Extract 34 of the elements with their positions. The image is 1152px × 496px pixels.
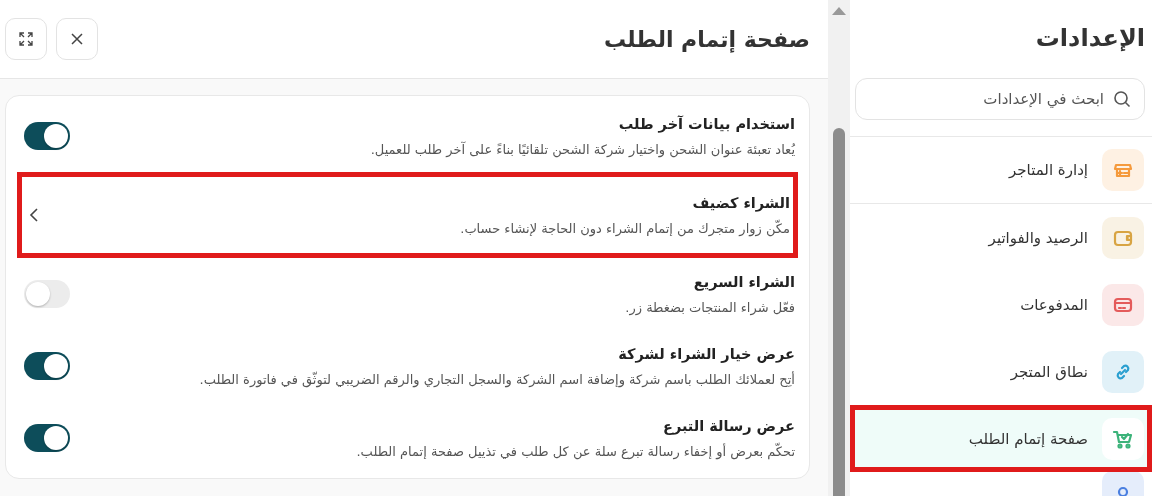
setting-title: استخدام بيانات آخر طلب: [617, 115, 795, 132]
sidebar-item-label: صفحة إتمام الطلب: [968, 429, 1088, 448]
toggle-switch[interactable]: [24, 280, 70, 308]
sidebar-item[interactable]: المدفوعات: [850, 271, 1152, 338]
toggle-switch[interactable]: [24, 122, 70, 150]
setting-title: الشراء كضيف: [691, 194, 790, 211]
setting-description: يُعاد تعبئة عنوان الشحن واختيار شركة الشحن تلقائيًا بناءً على آخر طلب للعميل.: [370, 141, 795, 157]
sidebar-item[interactable]: إدارة المتاجر: [850, 137, 1152, 204]
panel-title: صفحة إتمام الطلب: [603, 26, 810, 52]
sidebar-title: الإعدادات: [1034, 23, 1146, 54]
setting-description: مكّن زوار متجرك من إتمام الشراء دون الحاجة لإنشاء حساب.: [460, 220, 790, 236]
setting-title: عرض خيار الشراء لشركة: [617, 345, 795, 362]
close-icon: [70, 32, 84, 46]
sidebar-item-label: الرصيد والفواتير: [988, 228, 1088, 247]
setting-description: فعّل شراء المنتجات بضغطة زر.: [625, 299, 795, 315]
setting-description: أتِح لعملائك الطلب باسم شركة وإضافة اسم الشركة والسجل التجاري والرقم الضريبي لتوثّق في فاتورة الطلب.: [199, 371, 795, 387]
close-button[interactable]: [56, 18, 98, 60]
sidebar-item-label: إدارة المتاجر: [1009, 161, 1088, 179]
sidebar-item[interactable]: الرصيد والفواتير: [850, 204, 1152, 271]
sidebar-item[interactable]: صفحة إتمام الطلب: [850, 405, 1152, 472]
highlight-frame[interactable]: الشراء كضيف مكّن زوار متجرك من إتمام الشراء دون الحاجة لإنشاء حساب.: [17, 172, 798, 258]
toggle-switch[interactable]: [24, 352, 70, 380]
setting-description: تحكّم بعرض أو إخفاء رسالة تبرع سلة عن كل طلب في تذييل صفحة إتمام الطلب.: [356, 443, 795, 459]
chevron-icon[interactable]: [29, 207, 39, 223]
toggle-switch[interactable]: [24, 424, 70, 452]
expand-button[interactable]: [5, 18, 47, 60]
search-icon: [1113, 90, 1131, 108]
search-field[interactable]: ابحث في الإعدادات: [855, 78, 1145, 120]
setting-title: الشراء السريع: [692, 273, 795, 290]
sidebar-item-label: نطاق المتجر: [1010, 362, 1088, 381]
expand-icon: [18, 31, 34, 47]
sidebar-item[interactable]: نطاق المتجر: [850, 338, 1152, 405]
sidebar-item-label: المدفوعات: [1020, 295, 1088, 314]
setting-title: عرض رسالة التبرع: [662, 417, 795, 434]
